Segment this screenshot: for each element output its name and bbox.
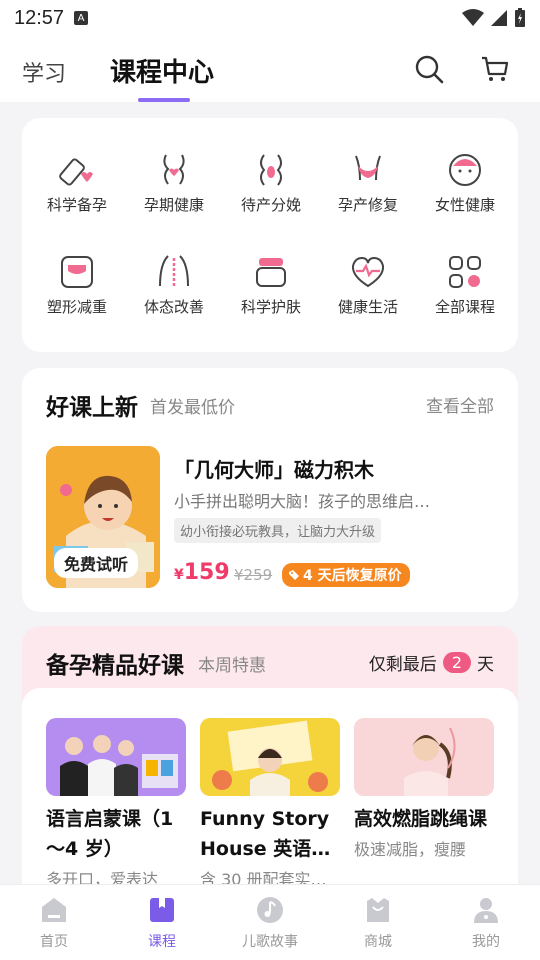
teachers-photo-icon (46, 718, 186, 796)
birth-icon (260, 154, 282, 186)
section-title: 好课上新 (46, 395, 138, 421)
category-item[interactable]: 塑形减重 (32, 254, 122, 317)
cart-icon[interactable] (480, 54, 510, 84)
battery-icon (515, 8, 525, 27)
status-bar: 12:57 A (0, 0, 540, 36)
category-item[interactable]: 科学备孕 (32, 152, 122, 215)
category-card: 科学备孕 孕期健康 待产分娩 孕产修复 女性健康 塑形减重 体态改善 科学护肤 … (22, 118, 518, 352)
shopping-bag-icon (367, 898, 389, 922)
heart-pulse-icon (351, 256, 385, 288)
category-item[interactable]: 科学护肤 (226, 254, 316, 317)
price-restore-badge: 4 天后恢复原价 (282, 563, 410, 587)
countdown-days: 2 (442, 652, 471, 673)
category-item[interactable]: 女性健康 (420, 152, 510, 215)
pregnant-belly-icon (163, 154, 185, 185)
category-item[interactable]: 健康生活 (323, 254, 413, 317)
woman-icon (449, 154, 481, 186)
prep-course-item[interactable]: 高效燃脂跳绳课 极速减脂，瘦腰 (354, 718, 494, 860)
category-item[interactable]: 体态改善 (129, 254, 219, 317)
wifi-icon (462, 9, 484, 26)
posture-icon (159, 255, 189, 287)
category-item[interactable]: 待产分娩 (226, 152, 316, 215)
course-title: 高效燃脂跳绳课 (354, 808, 488, 830)
woman-fitness-photo-icon (354, 718, 494, 796)
nav-home[interactable]: 首页 (0, 885, 108, 960)
search-icon[interactable] (414, 54, 444, 84)
prep-course-card: 备孕精品好课 本周特惠 仅剩最后 2 天 语言启蒙课（1～4 岁） 多开口，爱表… (22, 626, 518, 926)
section-subtitle: 本周特惠 (198, 656, 266, 676)
nav-mall[interactable]: 商城 (324, 885, 432, 960)
girl-books-photo-icon (200, 718, 340, 796)
section-title: 备孕精品好课 (46, 653, 184, 679)
course-image (354, 718, 494, 796)
tab-study[interactable]: 学习 (22, 56, 66, 88)
sim-icon: A (74, 11, 89, 25)
course-title: 语言启蒙课（1～4 岁） (46, 808, 174, 860)
course-title[interactable]: 「几何大师」磁力积木 (174, 454, 374, 483)
category-item[interactable]: 孕期健康 (129, 152, 219, 215)
course-image (46, 718, 186, 796)
section-subtitle: 首发最低价 (150, 398, 235, 418)
price: ¥159 (174, 560, 230, 585)
course-image (200, 718, 340, 796)
coupon-icon (289, 570, 299, 580)
countdown: 仅剩最后 2 天 (368, 652, 494, 675)
prep-course-item[interactable]: 语言启蒙课（1～4 岁） 多开口，爱表达 (46, 718, 186, 890)
status-icons (462, 8, 526, 28)
nav-songs-stories[interactable]: 儿歌故事 (216, 885, 324, 960)
home-icon (42, 898, 66, 922)
category-item[interactable]: 全部课程 (420, 254, 510, 317)
postpartum-icon (355, 155, 381, 181)
course-thumbnail[interactable]: 免费试听 (46, 446, 160, 588)
see-all-link[interactable]: 查看全部 (426, 392, 494, 417)
status-time: 12:57 (14, 6, 65, 29)
user-icon (474, 898, 498, 923)
tab-course-center[interactable]: 课程中心 (110, 52, 214, 89)
grid-icon (449, 256, 481, 288)
original-price: ¥259 (234, 566, 273, 584)
course-title: Funny Story House 英语… (200, 808, 331, 860)
prep-course-item[interactable]: Funny Story House 英语… 含 30 册配套实… (200, 718, 340, 890)
category-item[interactable]: 孕产修复 (323, 152, 413, 215)
book-icon (150, 898, 174, 922)
signal-icon (491, 10, 507, 26)
pregnancy-test-icon (59, 158, 93, 186)
bottom-navigation: 首页 课程 儿歌故事 商城 我的 (0, 884, 540, 960)
new-course-card: 好课上新 首发最低价 查看全部 免费试听 「几何大师」磁力积木 小手拼出聪明大脑… (22, 368, 518, 612)
music-note-icon (257, 897, 283, 923)
tab-active-indicator (138, 98, 190, 102)
nav-courses[interactable]: 课程 (108, 885, 216, 960)
nav-me[interactable]: 我的 (432, 885, 540, 960)
course-description: 极速减脂，瘦腰 (354, 840, 467, 859)
skincare-icon (256, 258, 286, 287)
course-description: 小手拼出聪明大脑！孩子的思维启… (174, 492, 431, 511)
scale-icon (61, 256, 93, 288)
free-trial-tag: 免费试听 (54, 548, 139, 578)
top-header: 学习 课程中心 (0, 36, 540, 102)
course-tag: 幼小衔接必玩教具，让脑力大升级 (174, 518, 382, 543)
